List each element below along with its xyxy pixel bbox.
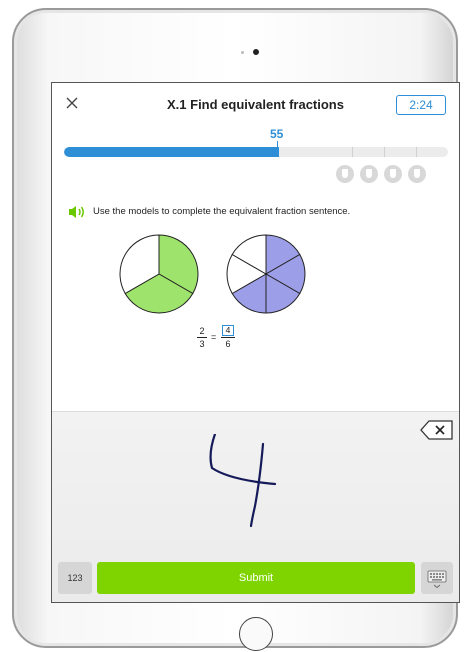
award-icon [336, 165, 354, 183]
award-icon [360, 165, 378, 183]
progress-bar [64, 147, 448, 157]
answer-input[interactable]: 4 [222, 325, 234, 336]
keyboard-icon [427, 570, 447, 589]
speaker-icon[interactable] [68, 205, 86, 219]
header: X.1 Find equivalent fractions 2:24 [52, 83, 459, 127]
camera-icon [253, 49, 259, 55]
progress-segment [384, 147, 385, 157]
progress-segment [352, 147, 353, 157]
timer-badge[interactable]: 2:24 [396, 95, 446, 115]
left-fraction: 2 3 [197, 326, 207, 349]
sensor-dot [241, 51, 244, 54]
progress-segment [416, 147, 417, 157]
award-icon [384, 165, 402, 183]
submit-button[interactable]: Submit [97, 562, 415, 594]
handwritten-digit-drawing[interactable] [200, 434, 300, 534]
fraction-bar [197, 337, 207, 338]
question-prompt: Use the models to complete the equivalen… [68, 204, 448, 220]
fraction-model-thirds [119, 234, 199, 314]
right-fraction: 4 6 [221, 325, 235, 349]
keyboard-toggle-button[interactable] [421, 562, 453, 594]
action-bar: 123 Submit [52, 562, 459, 598]
fraction-bar [221, 337, 235, 338]
fraction-sentence: 2 3 = 4 6 [52, 323, 459, 349]
backspace-icon[interactable] [420, 420, 454, 440]
left-denominator: 3 [199, 339, 205, 349]
right-denominator: 6 [225, 339, 231, 349]
left-numerator: 2 [199, 326, 205, 336]
app-screen: X.1 Find equivalent fractions 2:24 55 Us [51, 82, 460, 603]
score-label: 55 [270, 127, 284, 141]
progress-fill [64, 147, 280, 157]
number-mode-button[interactable]: 123 [58, 562, 92, 594]
award-icon [408, 165, 426, 183]
tablet-frame: X.1 Find equivalent fractions 2:24 55 Us [12, 8, 460, 651]
fraction-model-sixths [226, 234, 306, 314]
home-button[interactable] [239, 617, 273, 651]
handwriting-panel[interactable]: 123 Submit [52, 411, 459, 602]
equals-sign: = [211, 332, 217, 342]
prompt-text: Use the models to complete the equivalen… [93, 206, 351, 217]
